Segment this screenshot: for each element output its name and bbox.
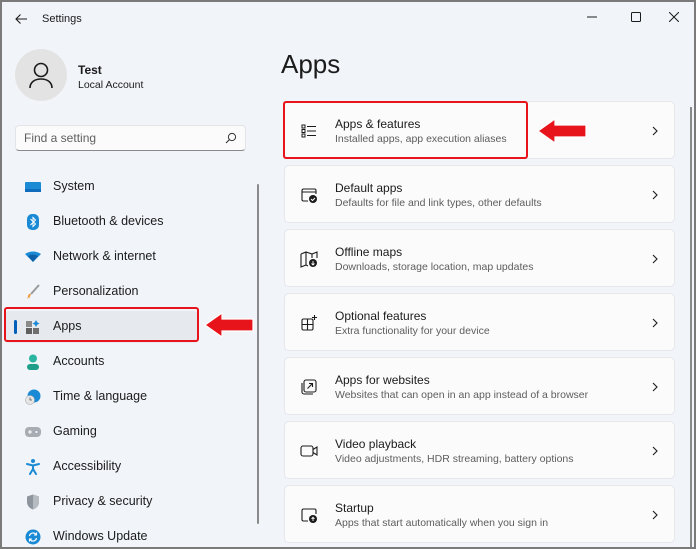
card-subtitle: Extra functionality for your device bbox=[335, 325, 490, 337]
card-subtitle: Installed apps, app execution aliases bbox=[335, 133, 507, 145]
card-startup[interactable]: Startup Apps that start automatically wh… bbox=[284, 485, 675, 543]
sidebar-item-network[interactable]: Network & internet bbox=[5, 241, 198, 273]
card-title: Optional features bbox=[335, 309, 427, 323]
chevron-right-icon bbox=[652, 126, 658, 136]
sidebar-item-system[interactable]: System bbox=[5, 171, 198, 203]
chevron-right-icon bbox=[652, 318, 658, 328]
brush-icon bbox=[25, 284, 41, 300]
apps-icon bbox=[25, 319, 41, 335]
sidebar-item-time-language[interactable]: Time & language bbox=[5, 381, 198, 413]
minimize-icon bbox=[587, 16, 597, 18]
red-arrow-apps-features bbox=[537, 118, 587, 144]
card-apps-for-websites[interactable]: Apps for websites Websites that can open… bbox=[284, 357, 675, 415]
card-title: Apps & features bbox=[335, 117, 421, 131]
back-arrow-icon bbox=[15, 14, 27, 24]
search-input[interactable] bbox=[24, 130, 214, 146]
card-subtitle: Video adjustments, HDR streaming, batter… bbox=[335, 453, 574, 465]
card-subtitle: Defaults for file and link types, other … bbox=[335, 197, 542, 209]
globe-clock-icon bbox=[25, 389, 41, 405]
page-title: Apps bbox=[281, 49, 341, 79]
account-type: Local Account bbox=[78, 79, 144, 91]
maximize-icon bbox=[631, 12, 641, 22]
sidebar-item-windows-update[interactable]: Windows Update bbox=[5, 521, 198, 547]
chevron-right-icon bbox=[652, 510, 658, 520]
card-title: Default apps bbox=[335, 181, 403, 195]
add-grid-icon bbox=[301, 315, 317, 331]
card-title: Startup bbox=[335, 501, 374, 515]
startup-icon bbox=[301, 508, 317, 523]
maximize-button[interactable] bbox=[618, 6, 654, 28]
search-box[interactable] bbox=[15, 125, 246, 151]
close-icon bbox=[669, 12, 679, 22]
sidebar-scrollbar[interactable] bbox=[257, 184, 259, 524]
sidebar-item-bluetooth[interactable]: Bluetooth & devices bbox=[5, 206, 198, 238]
shield-icon bbox=[25, 494, 41, 510]
card-title: Apps for websites bbox=[335, 373, 430, 387]
search-icon[interactable] bbox=[225, 132, 237, 144]
chevron-right-icon bbox=[652, 382, 658, 392]
back-button[interactable] bbox=[12, 10, 30, 28]
default-apps-icon bbox=[301, 188, 317, 203]
map-download-icon bbox=[300, 251, 318, 268]
user-name: Test bbox=[78, 63, 102, 77]
window-title: Settings bbox=[42, 13, 82, 25]
settings-window: Settings Test Local Account System Bluet… bbox=[2, 2, 694, 547]
system-icon bbox=[25, 179, 41, 195]
card-subtitle: Websites that can open in an app instead… bbox=[335, 389, 589, 401]
active-indicator bbox=[14, 320, 17, 334]
open-external-icon bbox=[301, 379, 317, 395]
sidebar-item-accessibility[interactable]: Accessibility bbox=[5, 451, 198, 483]
main-scrollbar[interactable] bbox=[690, 107, 692, 547]
avatar[interactable] bbox=[15, 49, 67, 101]
user-icon bbox=[29, 62, 53, 89]
card-subtitle: Apps that start automatically when you s… bbox=[335, 517, 549, 529]
sidebar-item-gaming[interactable]: Gaming bbox=[5, 416, 198, 448]
person-icon bbox=[25, 354, 41, 370]
gamepad-icon bbox=[25, 424, 41, 440]
card-subtitle: Downloads, storage location, map updates bbox=[335, 261, 534, 273]
card-default-apps[interactable]: Default apps Defaults for file and link … bbox=[284, 165, 675, 223]
accessibility-icon bbox=[25, 459, 41, 475]
chevron-right-icon bbox=[652, 254, 658, 264]
sidebar-item-accounts[interactable]: Accounts bbox=[5, 346, 198, 378]
chevron-right-icon bbox=[652, 190, 658, 200]
card-title: Offline maps bbox=[335, 245, 403, 259]
list-icon bbox=[301, 124, 316, 138]
minimize-button[interactable] bbox=[574, 6, 610, 28]
wifi-icon bbox=[25, 249, 41, 265]
sidebar-item-privacy[interactable]: Privacy & security bbox=[5, 486, 198, 518]
card-video-playback[interactable]: Video playback Video adjustments, HDR st… bbox=[284, 421, 675, 479]
close-button[interactable] bbox=[656, 6, 692, 28]
card-optional-features[interactable]: Optional features Extra functionality fo… bbox=[284, 293, 675, 351]
card-title: Video playback bbox=[335, 437, 417, 451]
sidebar-item-personalization[interactable]: Personalization bbox=[5, 276, 198, 308]
sidebar-item-apps[interactable]: Apps bbox=[5, 311, 198, 343]
bluetooth-icon bbox=[25, 214, 41, 230]
chevron-right-icon bbox=[652, 446, 658, 456]
card-offline-maps[interactable]: Offline maps Downloads, storage location… bbox=[284, 229, 675, 287]
video-camera-icon bbox=[300, 445, 318, 457]
red-arrow-apps bbox=[204, 312, 254, 338]
title-bar: Settings bbox=[2, 2, 694, 38]
update-icon bbox=[25, 529, 41, 545]
card-apps-features[interactable]: Apps & features Installed apps, app exec… bbox=[284, 101, 675, 159]
